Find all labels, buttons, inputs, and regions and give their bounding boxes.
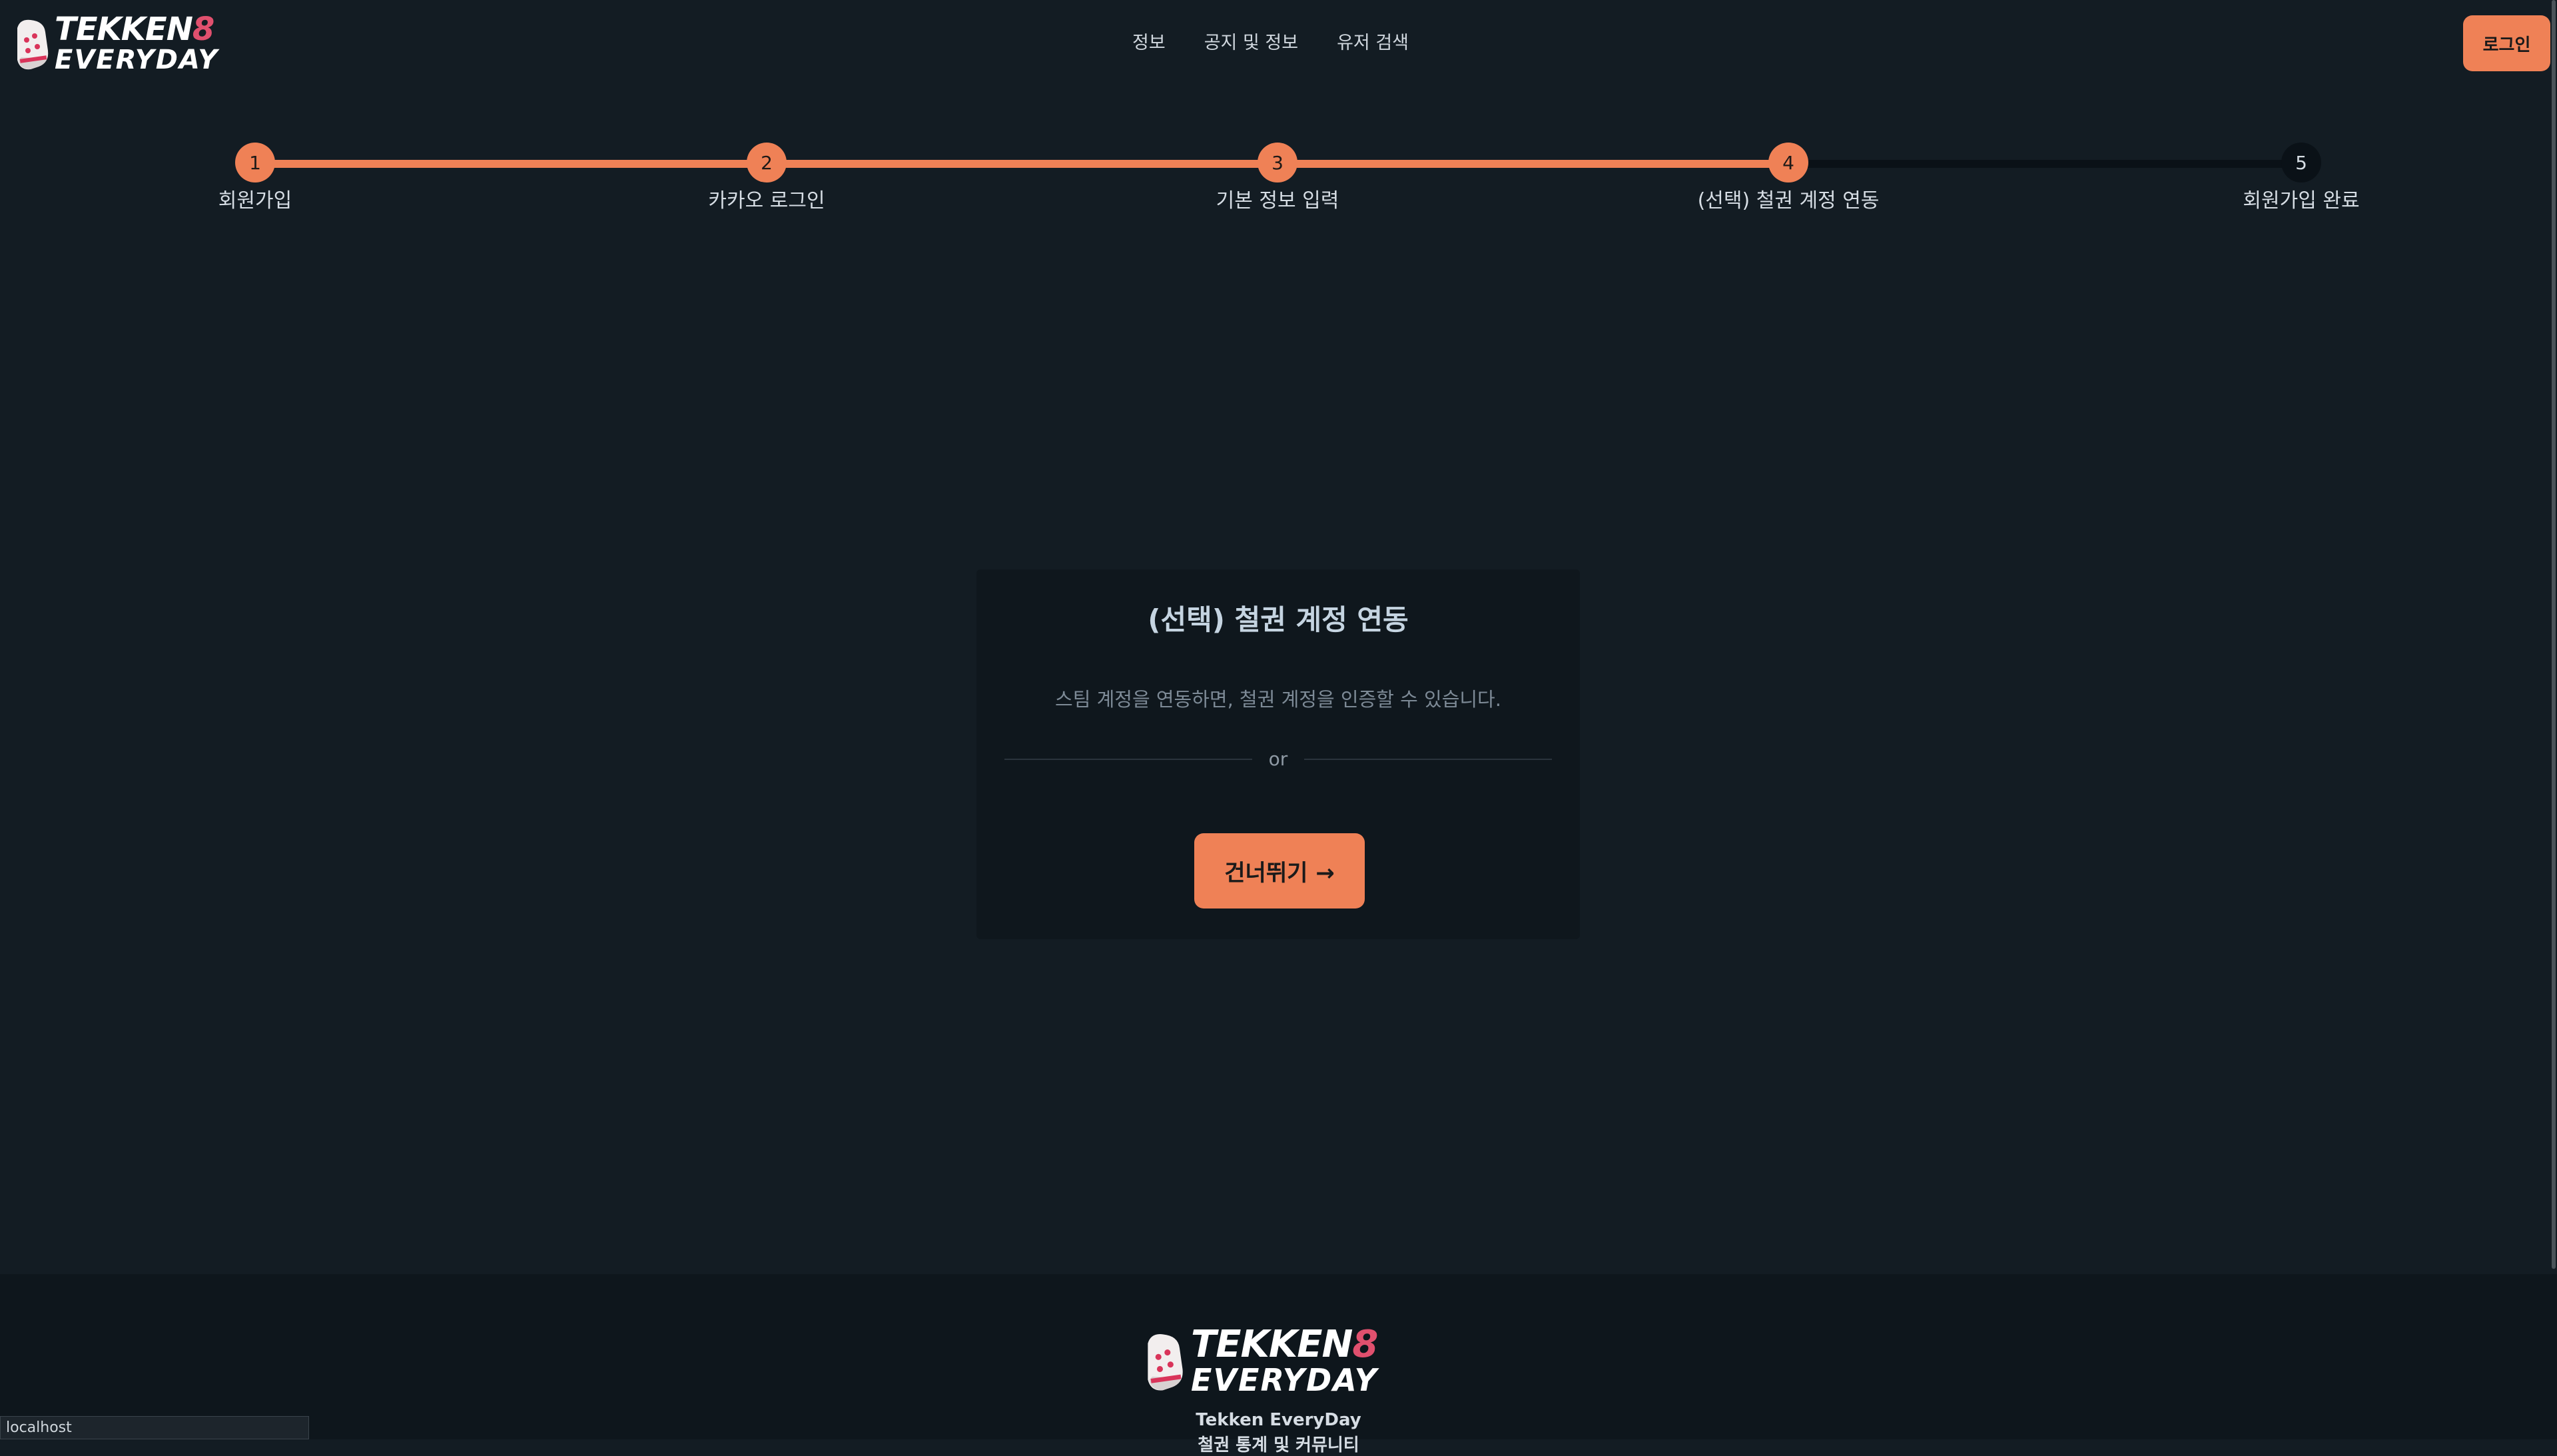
step-3-label: 기본 정보 입력 (1216, 189, 1339, 212)
site-logo[interactable]: TEKKEN8 EVERYDAY (11, 13, 218, 73)
site-footer: TEKKEN8 EVERYDAY Tekken EveryDay 철권 통계 및… (0, 1274, 2557, 1455)
step-5-number: 5 (2281, 143, 2321, 182)
step-2-number: 2 (747, 143, 787, 182)
main-nav: 정보 공지 및 정보 유저 검색 (1132, 28, 1409, 54)
footer-tagline: 철권 통계 및 커뮤니티 (1198, 1435, 1359, 1455)
footer-logo-wordmark-top: TEKKEN8 (1191, 1323, 1378, 1366)
nav-item-notice[interactable]: 공지 및 정보 (1204, 28, 1298, 54)
step-1: 1 회원가입 (55, 143, 455, 213)
step-1-label: 회원가입 (218, 189, 292, 212)
step-4: 4 (선택) 철권 계정 연동 (1589, 143, 1988, 213)
step-2-label: 카카오 로그인 (708, 189, 825, 212)
scrollbar-thumb[interactable] (2552, 0, 2556, 1269)
signup-stepper: 1 회원가입 2 카카오 로그인 3 기본 정보 입력 4 (선택) 철권 계정… (0, 133, 2557, 220)
tekken-link-card: (선택) 철권 계정 연동 스팀 계정을 연동하면, 철권 계정을 인증할 수 … (976, 569, 1580, 939)
step-4-label: (선택) 철권 계정 연동 (1697, 189, 1880, 212)
skip-button[interactable]: 건너뛰기 → (1194, 833, 1365, 909)
card-description: 스팀 계정을 연동하면, 철권 계정을 인증할 수 있습니다. (1055, 688, 1501, 711)
page-scrollbar[interactable] (2550, 0, 2557, 1274)
or-divider: or (1004, 748, 1552, 771)
step-1-number: 1 (235, 143, 275, 182)
nav-item-info[interactable]: 정보 (1132, 28, 1166, 54)
divider-line-right (1304, 759, 1552, 760)
step-3: 3 기본 정보 입력 (1078, 143, 1477, 213)
step-4-number: 4 (1768, 143, 1808, 182)
top-header: TEKKEN8 EVERYDAY 정보 공지 및 정보 유저 검색 로그인 (0, 0, 2557, 87)
logo-wordmark-bottom: EVERYDAY (55, 45, 219, 75)
logo-wordmark-top: TEKKEN8 (55, 11, 214, 48)
tekken-glove-icon (11, 16, 51, 71)
step-5: 5 회원가입 완료 (2101, 143, 2501, 213)
tekken-glove-icon (1140, 1329, 1186, 1393)
card-title: (선택) 철권 계정 연동 (1148, 603, 1409, 636)
browser-status-url: localhost (0, 1416, 309, 1439)
nav-item-user-search[interactable]: 유저 검색 (1337, 28, 1409, 54)
stepper-progress-done (255, 160, 1788, 168)
footer-site-name: Tekken EveryDay (1196, 1410, 1361, 1430)
login-button[interactable]: 로그인 (2463, 15, 2550, 71)
footer-logo[interactable]: TEKKEN8 EVERYDAY (1140, 1323, 1378, 1398)
step-3-number: 3 (1258, 143, 1297, 182)
step-5-label: 회원가입 완료 (2243, 189, 2360, 212)
footer-logo-wordmark-bottom: EVERYDAY (1191, 1362, 1378, 1398)
step-2: 2 카카오 로그인 (567, 143, 966, 213)
